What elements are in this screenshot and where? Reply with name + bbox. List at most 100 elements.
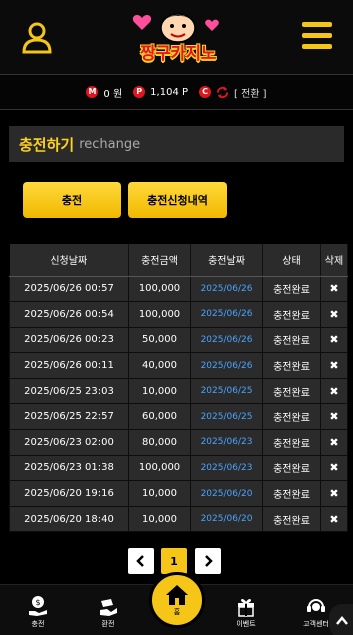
gift-icon bbox=[238, 599, 254, 617]
table-row: 2025/06/20 19:16 10,000 2025/06/20 충전완료 … bbox=[9, 480, 348, 507]
cell-request-date: 2025/06/23 02:00 bbox=[9, 429, 129, 456]
cell-request-date: 2025/06/20 18:40 bbox=[9, 505, 129, 533]
table-row: 2025/06/20 18:40 10,000 2025/06/20 충전완료 … bbox=[9, 505, 348, 533]
cell-request-date: 2025/06/26 00:54 bbox=[9, 301, 129, 328]
cell-request-date: 2025/06/26 00:23 bbox=[9, 326, 129, 354]
point-value: 1,104 P bbox=[150, 86, 189, 98]
col-header-delete: 삭제 bbox=[320, 244, 348, 277]
nav-charge[interactable]: $ 충전 bbox=[10, 595, 66, 629]
table-row: 2025/06/25 22:57 60,000 2025/06/25 충전완료 … bbox=[9, 403, 348, 431]
user-icon[interactable] bbox=[20, 20, 54, 54]
site-logo[interactable]: 짱구카지노 bbox=[116, 6, 240, 68]
nav-event-label: 이벤트 bbox=[236, 620, 256, 628]
refresh-icon[interactable] bbox=[216, 86, 229, 99]
cell-amount: 40,000 bbox=[128, 352, 191, 379]
cell-amount: 60,000 bbox=[128, 403, 191, 431]
cell-amount: 50,000 bbox=[128, 326, 191, 354]
cell-status: 충전완료 bbox=[262, 275, 321, 303]
table-row: 2025/06/25 23:03 10,000 2025/06/25 충전완료 … bbox=[9, 377, 348, 405]
cell-request-date: 2025/06/20 19:16 bbox=[9, 480, 129, 507]
cell-charge-date: 2025/06/26 bbox=[190, 352, 263, 379]
col-header-amount: 충전금액 bbox=[128, 244, 191, 277]
cell-charge-date: 2025/06/26 bbox=[190, 326, 263, 354]
delete-icon[interactable]: ✖ bbox=[320, 352, 348, 379]
delete-icon[interactable]: ✖ bbox=[320, 454, 348, 482]
cell-status: 충전완료 bbox=[262, 301, 321, 328]
cell-amount: 10,000 bbox=[128, 505, 191, 533]
cell-amount: 100,000 bbox=[128, 454, 191, 482]
table-row: 2025/06/26 00:11 40,000 2025/06/26 충전완료 … bbox=[9, 352, 348, 379]
cell-status: 충전완료 bbox=[262, 377, 321, 405]
cell-status: 충전완료 bbox=[262, 352, 321, 379]
cell-status: 충전완료 bbox=[262, 403, 321, 431]
cell-status: 충전완료 bbox=[262, 505, 321, 533]
cell-charge-date: 2025/06/26 bbox=[190, 301, 263, 328]
nav-home-button[interactable]: 홈 bbox=[149, 572, 205, 628]
nav-support-label: 고객센터 bbox=[303, 620, 329, 628]
cell-charge-date: 2025/06/20 bbox=[190, 480, 263, 507]
hamburger-icon[interactable] bbox=[302, 22, 332, 50]
cell-status: 충전완료 bbox=[262, 454, 321, 482]
cell-charge-date: 2025/06/20 bbox=[190, 505, 263, 533]
convert-badge-icon: C bbox=[199, 86, 212, 98]
cell-amount: 100,000 bbox=[128, 301, 191, 328]
svg-text:$: $ bbox=[35, 598, 40, 607]
cell-amount: 80,000 bbox=[128, 429, 191, 456]
chevron-up-icon bbox=[336, 616, 348, 625]
cell-charge-date: 2025/06/25 bbox=[190, 377, 263, 405]
money-value: 0 원 bbox=[103, 88, 123, 100]
delete-icon[interactable]: ✖ bbox=[320, 275, 348, 303]
delete-icon[interactable]: ✖ bbox=[320, 377, 348, 405]
col-header-status: 상태 bbox=[262, 244, 321, 277]
money-hand-icon: $ bbox=[29, 596, 47, 616]
page-subtitle: rechange bbox=[79, 136, 141, 152]
col-header-request-date: 신청날짜 bbox=[9, 244, 129, 277]
delete-icon[interactable]: ✖ bbox=[320, 326, 348, 354]
cell-charge-date: 2025/06/26 bbox=[190, 275, 263, 303]
cell-request-date: 2025/06/25 23:03 bbox=[9, 377, 129, 405]
balance-bar: M 0 원 P 1,104 P C [ 전환 ] bbox=[0, 74, 353, 110]
charge-button[interactable]: 충전 bbox=[23, 182, 121, 218]
point-badge-icon: P bbox=[133, 86, 146, 98]
table-row: 2025/06/26 00:54 100,000 2025/06/26 충전완료… bbox=[9, 301, 348, 328]
cell-charge-date: 2025/06/23 bbox=[190, 454, 263, 482]
nav-exchange[interactable]: 환전 bbox=[80, 595, 136, 629]
nav-home-label: 홈 bbox=[173, 607, 181, 616]
cell-amount: 10,000 bbox=[128, 480, 191, 507]
delete-icon[interactable]: ✖ bbox=[320, 429, 348, 456]
next-page-button[interactable] bbox=[195, 548, 221, 574]
nav-event[interactable]: 이벤트 bbox=[218, 595, 274, 629]
table-row: 2025/06/23 02:00 80,000 2025/06/23 충전완료 … bbox=[9, 429, 348, 456]
table-row: 2025/06/23 01:38 100,000 2025/06/23 충전완료… bbox=[9, 454, 348, 482]
cell-amount: 10,000 bbox=[128, 377, 191, 405]
cell-request-date: 2025/06/26 00:11 bbox=[9, 352, 129, 379]
page-title: 충전하기 bbox=[19, 135, 75, 154]
nav-charge-label: 충전 bbox=[31, 620, 45, 628]
cell-request-date: 2025/06/26 00:57 bbox=[9, 275, 129, 303]
table-header-row: 신청날짜 충전금액 충전날짜 상태 삭제 bbox=[9, 244, 348, 277]
scroll-to-top-button[interactable] bbox=[329, 604, 353, 635]
headset-icon bbox=[307, 599, 325, 612]
top-header: 짱구카지노 bbox=[0, 0, 353, 74]
money-badge-icon: M bbox=[86, 86, 99, 98]
delete-icon[interactable]: ✖ bbox=[320, 301, 348, 328]
cell-request-date: 2025/06/23 01:38 bbox=[9, 454, 129, 482]
charge-history-button[interactable]: 충전신청내역 bbox=[128, 182, 227, 218]
convert-button[interactable]: [ 전환 ] bbox=[234, 85, 267, 100]
col-header-charge-date: 충전날짜 bbox=[190, 244, 263, 277]
chevron-right-icon bbox=[205, 555, 213, 567]
delete-icon[interactable]: ✖ bbox=[320, 505, 348, 533]
cell-amount: 100,000 bbox=[128, 275, 191, 303]
table-row: 2025/06/26 00:57 100,000 2025/06/26 충전완료… bbox=[9, 275, 348, 303]
page-number-current[interactable]: 1 bbox=[161, 548, 187, 574]
cell-status: 충전완료 bbox=[262, 429, 321, 456]
cell-status: 충전완료 bbox=[262, 326, 321, 354]
delete-icon[interactable]: ✖ bbox=[320, 403, 348, 431]
cell-charge-date: 2025/06/23 bbox=[190, 429, 263, 456]
prev-page-button[interactable] bbox=[128, 548, 154, 574]
table-row: 2025/06/26 00:23 50,000 2025/06/26 충전완료 … bbox=[9, 326, 348, 354]
delete-icon[interactable]: ✖ bbox=[320, 480, 348, 507]
cell-request-date: 2025/06/25 22:57 bbox=[9, 403, 129, 431]
charge-history-table: 신청날짜 충전금액 충전날짜 상태 삭제 2025/06/26 00:57 10… bbox=[9, 244, 348, 533]
money-exchange-icon bbox=[100, 599, 117, 616]
